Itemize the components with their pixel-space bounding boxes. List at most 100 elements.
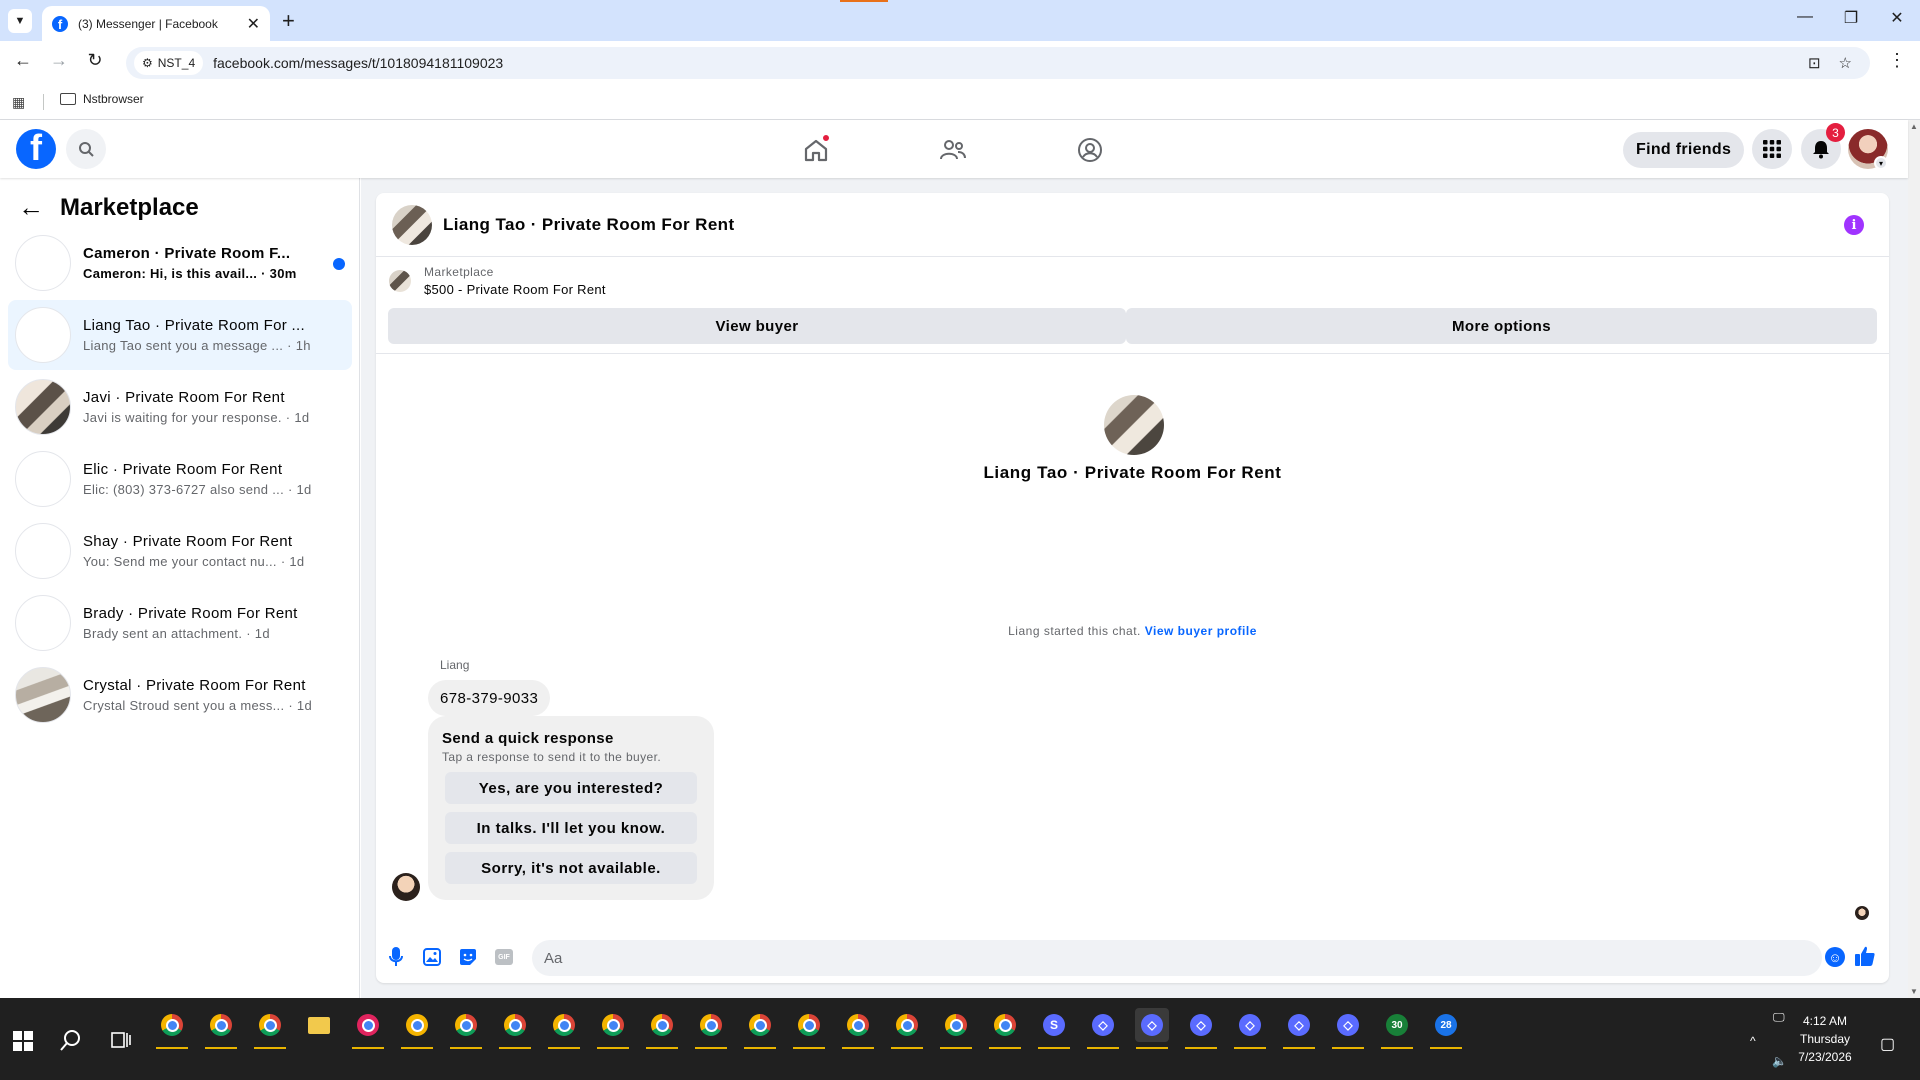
view-buyer-profile-link[interactable]: View buyer profile bbox=[1145, 624, 1257, 638]
taskbar-chrome-app[interactable] bbox=[743, 1008, 777, 1049]
info-icon[interactable]: i bbox=[1844, 215, 1864, 235]
taskbar-chrome-app[interactable] bbox=[988, 1008, 1022, 1049]
nstbrowser-icon: ◇ bbox=[1190, 1014, 1212, 1036]
taskbar-app[interactable] bbox=[351, 1008, 385, 1049]
quick-response-option[interactable]: Sorry, it's not available. bbox=[445, 852, 697, 884]
taskbar-chrome-app[interactable] bbox=[792, 1008, 826, 1049]
chrome-icon bbox=[504, 1014, 526, 1036]
conversation-item[interactable]: Elic · Private Room For Rent Elic: (803)… bbox=[8, 444, 352, 514]
taskbar-chrome-app[interactable] bbox=[498, 1008, 532, 1049]
quick-response-option[interactable]: In talks. I'll let you know. bbox=[445, 812, 697, 844]
conversation-time: · 1d bbox=[285, 410, 310, 425]
like-button[interactable] bbox=[1854, 945, 1876, 967]
notification-count-badge: 3 bbox=[1826, 123, 1845, 142]
star-icon[interactable]: ☆ bbox=[1839, 54, 1852, 72]
facebook-logo-icon[interactable]: f bbox=[16, 129, 56, 169]
find-friends-button[interactable]: Find friends bbox=[1623, 132, 1745, 168]
sticker-button[interactable] bbox=[457, 946, 479, 968]
url-text[interactable]: facebook.com/messages/t/1018094181109023 bbox=[213, 55, 1808, 71]
notification-center-icon[interactable]: ▢ bbox=[1880, 1034, 1895, 1054]
site-info-chip[interactable]: ⚙ NST_4 bbox=[134, 51, 204, 75]
taskbar-chrome-app[interactable] bbox=[645, 1008, 679, 1049]
file-explorer-icon bbox=[308, 1016, 330, 1034]
taskbar-nstbrowser-app[interactable]: S bbox=[1037, 1008, 1071, 1049]
conversation-name: Shay · Private Room For Rent bbox=[83, 533, 293, 550]
gif-button[interactable]: GIF bbox=[493, 946, 515, 968]
attach-photo-button[interactable] bbox=[421, 946, 443, 968]
restore-button[interactable]: ❐ bbox=[1836, 8, 1866, 28]
conversation-item[interactable]: Cameron · Private Room F... Cameron: Hi,… bbox=[8, 228, 352, 298]
menu-button[interactable] bbox=[1752, 129, 1792, 169]
nav-home[interactable] bbox=[796, 130, 836, 170]
listing-info[interactable]: Marketplace $500 - Private Room For Rent bbox=[389, 265, 606, 297]
sender-avatar bbox=[392, 873, 420, 901]
address-bar[interactable]: ⚙ NST_4 facebook.com/messages/t/10180941… bbox=[126, 47, 1870, 79]
nav-friends[interactable] bbox=[933, 130, 973, 170]
taskbar-nstbrowser-app[interactable]: ◇ bbox=[1086, 1008, 1120, 1049]
taskbar-chrome-app[interactable] bbox=[890, 1008, 924, 1049]
taskbar-chrome-app[interactable] bbox=[939, 1008, 973, 1049]
system-clock[interactable]: 4:12 AM Thursday 7/23/2026 bbox=[1780, 1012, 1870, 1066]
conversation-item[interactable]: Javi · Private Room For Rent Javi is wai… bbox=[8, 372, 352, 442]
taskbar-chrome-app[interactable] bbox=[694, 1008, 728, 1049]
taskbar-chrome-app[interactable] bbox=[449, 1008, 483, 1049]
nav-profile[interactable] bbox=[1070, 130, 1110, 170]
voice-clip-button[interactable] bbox=[385, 946, 407, 968]
emoji-icon[interactable]: ☺ bbox=[1825, 947, 1845, 967]
chat-avatar[interactable] bbox=[392, 204, 432, 245]
conversation-item-active[interactable]: Liang Tao · Private Room For ... Liang T… bbox=[8, 300, 352, 370]
conversation-item[interactable]: Shay · Private Room For Rent You: Send m… bbox=[8, 516, 352, 586]
sidebar-header: ← Marketplace bbox=[18, 192, 199, 223]
scroll-down-icon[interactable]: ▼ bbox=[1910, 987, 1918, 996]
message-input[interactable] bbox=[544, 949, 1744, 967]
chevron-down-icon[interactable]: ▾ bbox=[1874, 156, 1888, 170]
install-app-icon[interactable]: ⊡ bbox=[1808, 54, 1821, 72]
search-button[interactable] bbox=[66, 129, 106, 169]
taskbar-chrome-app[interactable] bbox=[253, 1008, 287, 1049]
taskbar-nstbrowser-app[interactable]: ◇ bbox=[1184, 1008, 1218, 1049]
chat-title[interactable]: Liang Tao · Private Room For Rent bbox=[443, 215, 735, 235]
reload-button[interactable]: ↻ bbox=[82, 50, 108, 71]
taskbar-nstbrowser-app[interactable]: ◇ bbox=[1282, 1008, 1316, 1049]
forward-button[interactable]: → bbox=[46, 50, 72, 71]
minimize-button[interactable]: — bbox=[1790, 8, 1820, 26]
page-scrollbar[interactable]: ▲ ▼ bbox=[1908, 120, 1920, 998]
back-button[interactable]: ← bbox=[10, 50, 36, 71]
message-composer: GIF ☺ bbox=[376, 933, 1889, 983]
windows-start-icon[interactable] bbox=[13, 1031, 33, 1051]
taskbar-chrome-app[interactable] bbox=[547, 1008, 581, 1049]
taskbar-nstbrowser-app[interactable]: ◇ bbox=[1233, 1008, 1267, 1049]
running-indicator bbox=[842, 1047, 874, 1049]
taskbar-chrome-app[interactable] bbox=[596, 1008, 630, 1049]
bookmark-folder-nstbrowser[interactable]: Nstbrowser bbox=[60, 92, 144, 106]
apps-grid-icon[interactable]: ▦ bbox=[12, 94, 25, 111]
quick-response-option[interactable]: Yes, are you interested? bbox=[445, 772, 697, 804]
back-arrow-icon[interactable]: ← bbox=[18, 192, 44, 223]
message-bubble[interactable]: 678-379-9033 bbox=[428, 680, 551, 716]
more-options-button[interactable]: More options bbox=[1126, 308, 1877, 344]
taskbar-chrome-app[interactable] bbox=[204, 1008, 238, 1049]
taskbar-nstbrowser-app-active[interactable]: ◇ bbox=[1135, 1008, 1169, 1049]
taskbar-nstbrowser-app[interactable]: ◇ bbox=[1331, 1008, 1365, 1049]
tab-close-icon[interactable]: ✕ bbox=[247, 14, 260, 34]
conversation-item[interactable]: Crystal · Private Room For Rent Crystal … bbox=[8, 660, 352, 730]
task-view-icon[interactable] bbox=[111, 1030, 131, 1050]
close-window-button[interactable]: ✕ bbox=[1882, 8, 1912, 28]
kebab-menu-icon[interactable]: ⋮ bbox=[1888, 50, 1906, 71]
conversation-item[interactable]: Brady · Private Room For Rent Brady sent… bbox=[8, 588, 352, 658]
browser-tab-messenger[interactable]: f (3) Messenger | Facebook ✕ bbox=[42, 6, 270, 41]
chevron-up-icon[interactable]: ^ bbox=[1750, 1034, 1756, 1048]
taskbar-app-badge[interactable]: 30 bbox=[1380, 1008, 1414, 1049]
taskbar-chrome-app[interactable] bbox=[155, 1008, 189, 1049]
clock-date: 7/23/2026 bbox=[1798, 1050, 1852, 1064]
taskbar-app-badge[interactable]: 28 bbox=[1429, 1008, 1463, 1049]
tab-search-button[interactable]: ▼ bbox=[8, 9, 32, 33]
taskbar-chrome-app[interactable] bbox=[841, 1008, 875, 1049]
view-buyer-button[interactable]: View buyer bbox=[388, 308, 1126, 344]
new-tab-button[interactable]: + bbox=[282, 8, 295, 34]
message-input-container[interactable] bbox=[532, 940, 1822, 976]
search-icon[interactable] bbox=[60, 1029, 82, 1051]
taskbar-file-explorer[interactable] bbox=[302, 1008, 336, 1042]
taskbar-app[interactable] bbox=[400, 1008, 434, 1049]
scroll-up-icon[interactable]: ▲ bbox=[1910, 122, 1918, 131]
